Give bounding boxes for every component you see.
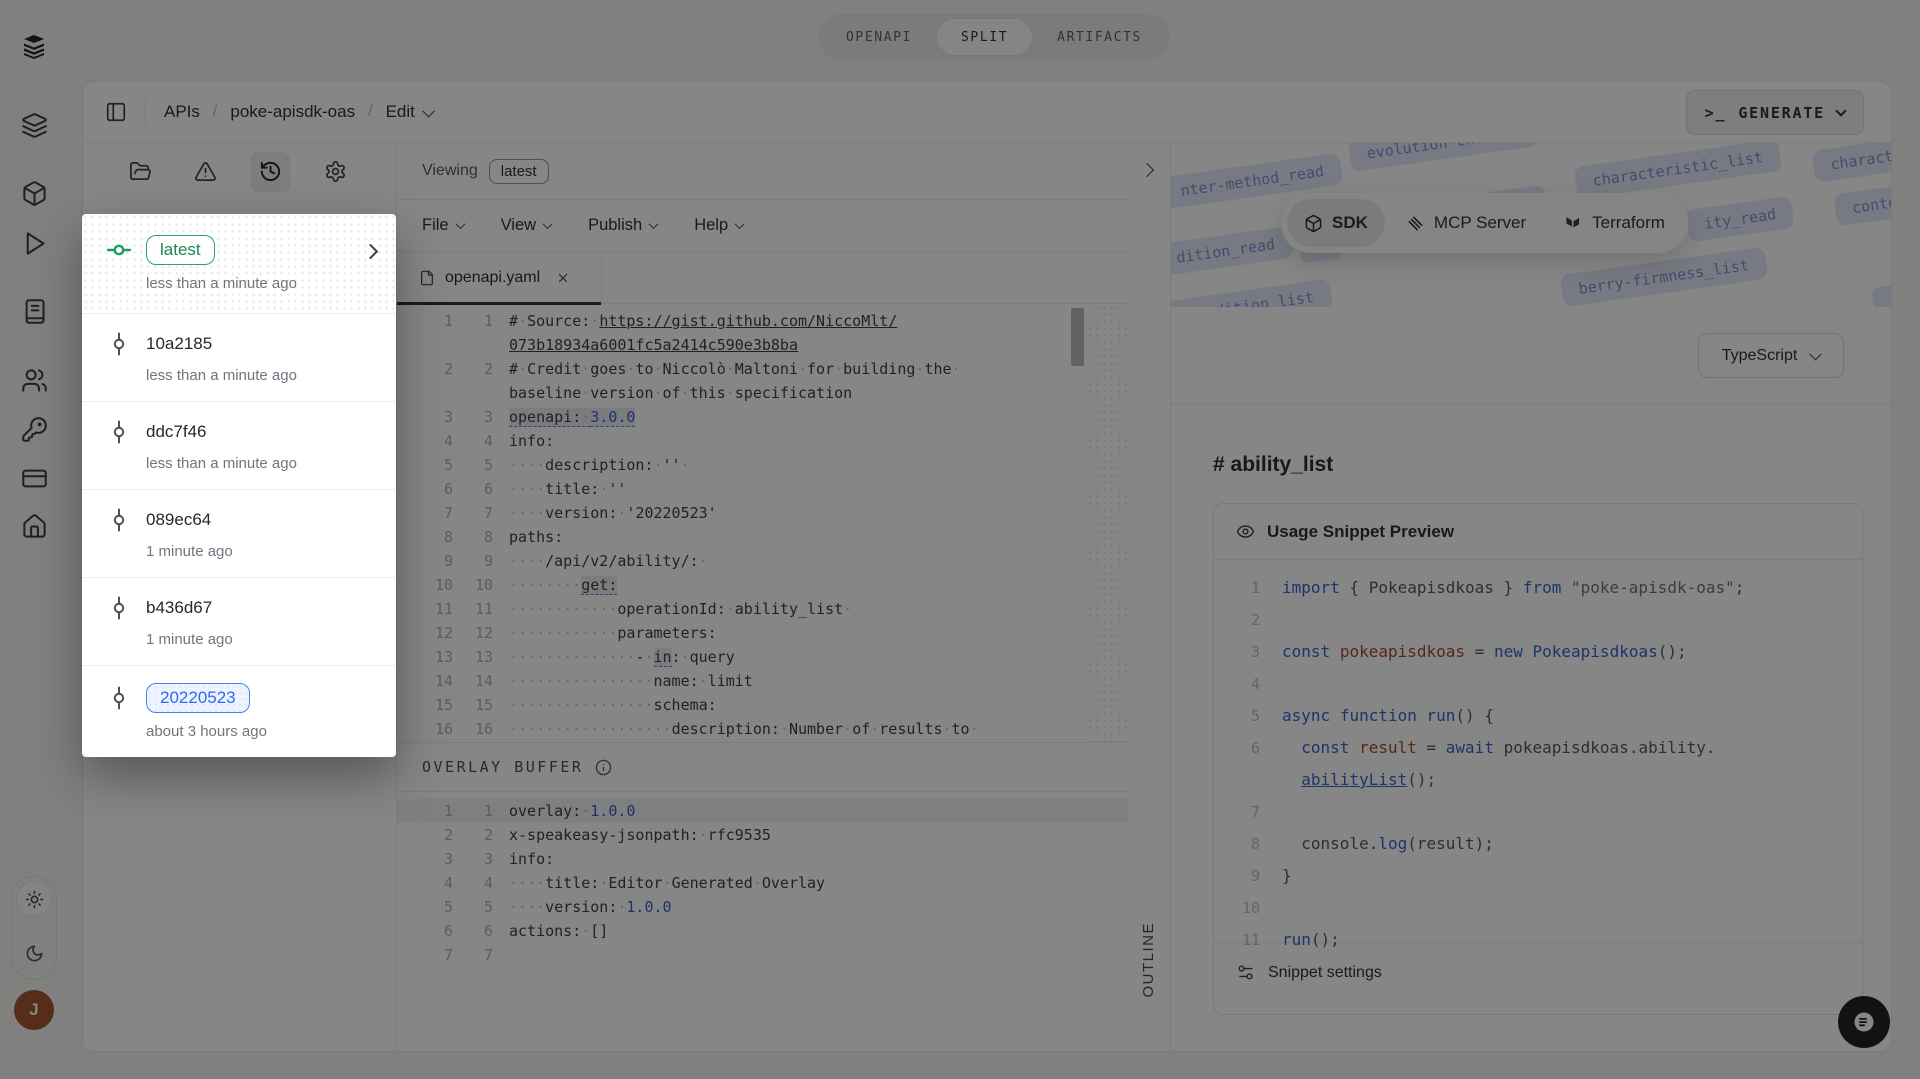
commit-node-icon: [106, 419, 132, 445]
tagged-version-pill: 20220523: [146, 683, 250, 713]
commit-node-icon: [106, 685, 132, 711]
version-item-20220523[interactable]: 20220523 about 3 hours ago: [82, 666, 396, 757]
commit-node-icon: [106, 595, 132, 621]
version-item-ddc7f46[interactable]: ddc7f46 less than a minute ago: [82, 402, 396, 490]
latest-version-pill: latest: [146, 235, 215, 265]
commit-node-icon: [106, 507, 132, 533]
version-label: b436d67: [146, 598, 213, 617]
version-timestamp: less than a minute ago: [146, 367, 297, 384]
version-timestamp: less than a minute ago: [146, 455, 297, 472]
version-label: 089ec64: [146, 510, 212, 529]
version-timestamp: less than a minute ago: [146, 275, 297, 292]
version-item-089ec64[interactable]: 089ec64 1 minute ago: [82, 490, 396, 578]
version-timestamp: 1 minute ago: [146, 631, 233, 648]
version-item-latest[interactable]: latest less than a minute ago: [82, 214, 396, 314]
version-label: 10a2185: [146, 334, 213, 353]
version-timestamp: 1 minute ago: [146, 543, 233, 560]
current-commit-icon: [106, 237, 132, 263]
version-history-popover: latest less than a minute ago 10a2185 less …: [82, 214, 396, 757]
version-label: ddc7f46: [146, 422, 207, 441]
version-timestamp: about 3 hours ago: [146, 723, 267, 740]
commit-node-icon: [106, 331, 132, 357]
version-item-10a2185[interactable]: 10a2185 less than a minute ago: [82, 314, 396, 402]
version-item-b436d67[interactable]: b436d67 1 minute ago: [82, 578, 396, 666]
